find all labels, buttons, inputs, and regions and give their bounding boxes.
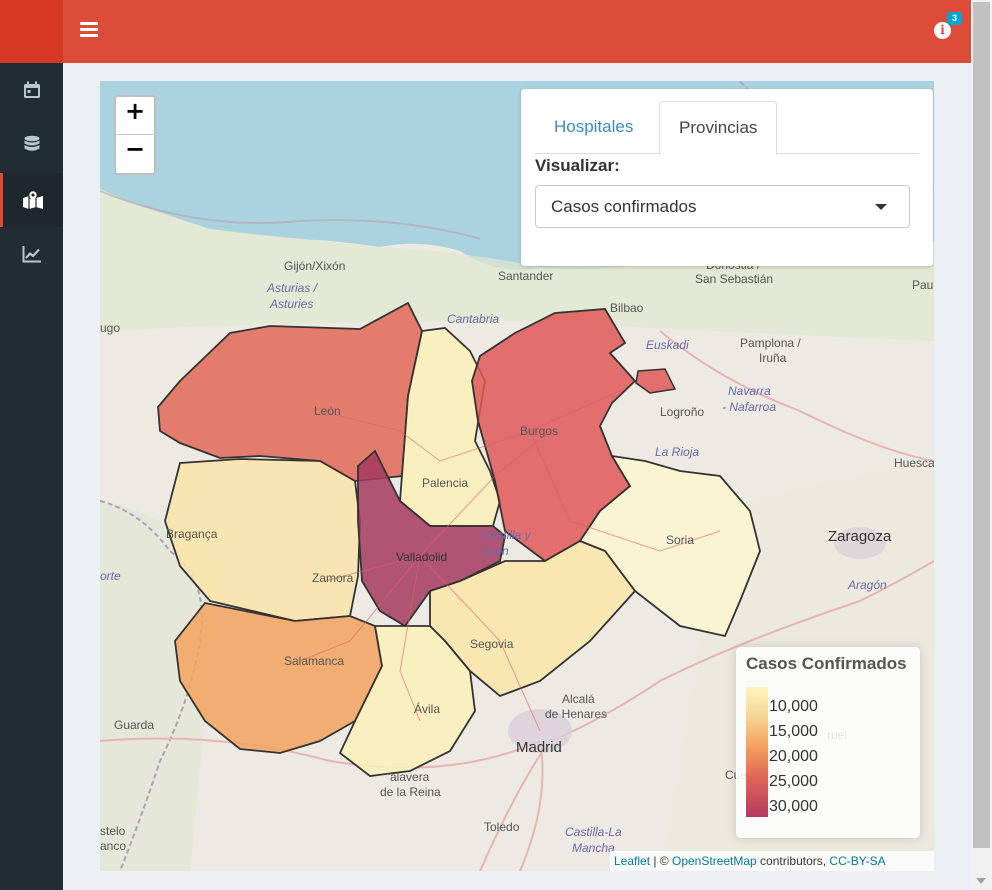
- map-label: Zamora: [312, 571, 354, 585]
- attribution-separator: | ©: [650, 854, 672, 868]
- legend-tick: 10,000: [769, 698, 818, 715]
- zoom-control: + −: [114, 95, 156, 175]
- info-notifications-button[interactable]: i 3: [934, 12, 962, 42]
- map-label: Aragón: [848, 578, 887, 592]
- legend-color-bar: [746, 687, 768, 817]
- map-label: Bilbao: [610, 301, 644, 315]
- caret-down-icon: [875, 204, 887, 210]
- sidebar-item-charts[interactable]: [0, 227, 63, 281]
- attribution-text: contributors,: [756, 854, 830, 868]
- hamburger-icon[interactable]: [80, 22, 98, 38]
- legend-tick: 25,000: [769, 773, 818, 790]
- map-label: - Nafarroa: [722, 400, 777, 414]
- map-marked-icon: [23, 190, 43, 209]
- scrollbar-thumb[interactable]: [973, 2, 990, 848]
- map-label: alavera: [390, 770, 430, 784]
- map-label: Salamanca: [284, 654, 345, 668]
- map-label: San Sebastián: [695, 272, 774, 286]
- map-label: Euskadi: [646, 338, 689, 352]
- map-label: Alcalá: [562, 692, 595, 706]
- select-value: Casos confirmados: [551, 197, 697, 216]
- sidebar-item-map[interactable]: [0, 173, 63, 227]
- map-label: Santander: [498, 269, 554, 283]
- leaflet-link[interactable]: Leaflet: [614, 854, 650, 868]
- map-label: Zaragoza: [828, 528, 892, 545]
- chart-line-icon: [22, 246, 41, 263]
- map-label: Gijón/Xixón: [284, 259, 346, 273]
- map-label: de Henares: [545, 707, 608, 721]
- map-label: La Rioja: [655, 445, 700, 459]
- scroll-down-arrow-icon[interactable]: [976, 878, 986, 884]
- map-label: Soria: [666, 533, 695, 547]
- map-label: Huesca: [894, 456, 934, 470]
- map-label: de la Reina: [380, 785, 441, 799]
- database-icon: [24, 135, 39, 151]
- map-label: León: [314, 404, 341, 418]
- province-leon: [157, 301, 423, 482]
- tab-bar: Hospitales Provincias: [535, 101, 919, 155]
- map-label: Logroño: [660, 405, 705, 419]
- leaflet-map[interactable]: Gijón/Xixón Asturias / Asturies Santande…: [100, 81, 934, 871]
- map-label: anco: [100, 839, 127, 853]
- tab-hospitales[interactable]: Hospitales: [535, 101, 652, 153]
- map-label: Segovia: [470, 637, 514, 651]
- legend-title: Casos Confirmados: [746, 654, 907, 673]
- sidebar-item-calendar[interactable]: [0, 63, 63, 117]
- map-label: stelo: [100, 824, 126, 838]
- map-label: Bragança: [166, 527, 218, 541]
- top-navbar: i 3: [63, 0, 971, 63]
- map-label: Ávila: [414, 702, 441, 716]
- map-legend: Casos Confirmados 10,000 15,000 20,000 2…: [736, 647, 920, 838]
- legend-tick: 30,000: [769, 798, 818, 815]
- map-label: Valladolid: [396, 550, 448, 564]
- map-label: Guarda: [114, 718, 155, 732]
- map-label: orte: [100, 569, 121, 583]
- map-label: Iruña: [759, 351, 787, 365]
- tab-provincias[interactable]: Provincias: [659, 101, 778, 155]
- map-label: León: [482, 544, 509, 558]
- map-attribution: Leaflet | © OpenStreetMap contributors, …: [610, 851, 934, 871]
- map-label: Castilla y: [482, 528, 531, 542]
- calendar-icon: [23, 81, 40, 98]
- legend-tick: 20,000: [769, 748, 818, 765]
- page-scrollbar[interactable]: [971, 0, 992, 890]
- osm-link[interactable]: OpenStreetMap: [672, 854, 757, 868]
- sidebar-item-database[interactable]: [0, 117, 63, 171]
- map-label: Madrid: [516, 739, 562, 756]
- zoom-in-button[interactable]: +: [116, 97, 154, 134]
- visualize-select[interactable]: Casos confirmados: [535, 185, 910, 228]
- map-label: Toledo: [484, 820, 520, 834]
- sidebar-brand: [0, 0, 63, 63]
- map-label: Burgos: [520, 424, 559, 438]
- zoom-out-button[interactable]: −: [116, 134, 154, 172]
- notification-badge: 3: [947, 12, 962, 25]
- map-label: Navarra: [728, 384, 771, 398]
- map-label: Castilla-La: [565, 825, 622, 839]
- map-label: ugo: [100, 321, 121, 335]
- legend-tick: 15,000: [769, 723, 818, 740]
- sidebar: [0, 63, 63, 890]
- map-label: Mancha: [572, 841, 615, 855]
- map-label: Asturias /: [267, 281, 318, 295]
- map-control-panel: Hospitales Provincias Visualizar: Casos …: [521, 89, 933, 266]
- map-label: Asturies: [270, 297, 314, 311]
- license-link[interactable]: CC-BY-SA: [829, 854, 885, 868]
- visualize-label: Visualizar:: [535, 156, 620, 175]
- map-label: Pamplona /: [740, 336, 801, 350]
- map-label: Pau: [912, 278, 934, 292]
- map-label: Cantabria: [447, 312, 500, 326]
- map-label: Palencia: [422, 476, 469, 490]
